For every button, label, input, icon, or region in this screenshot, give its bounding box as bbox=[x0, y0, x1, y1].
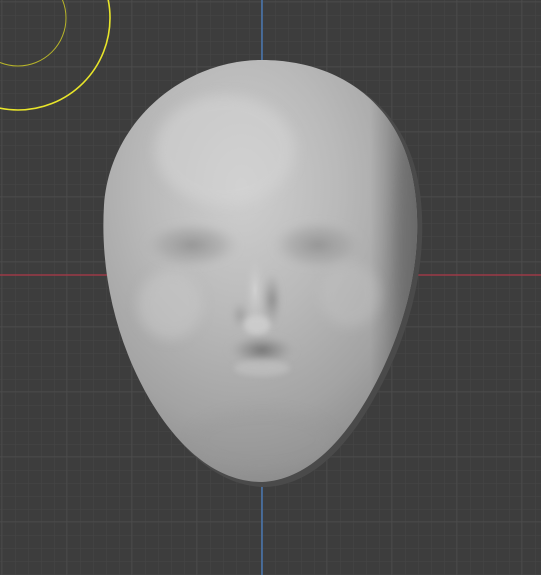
viewport-canvas[interactable] bbox=[0, 0, 541, 575]
3d-viewport[interactable] bbox=[0, 0, 541, 575]
left-eye-socket bbox=[142, 221, 242, 269]
nose-tip bbox=[244, 315, 270, 335]
